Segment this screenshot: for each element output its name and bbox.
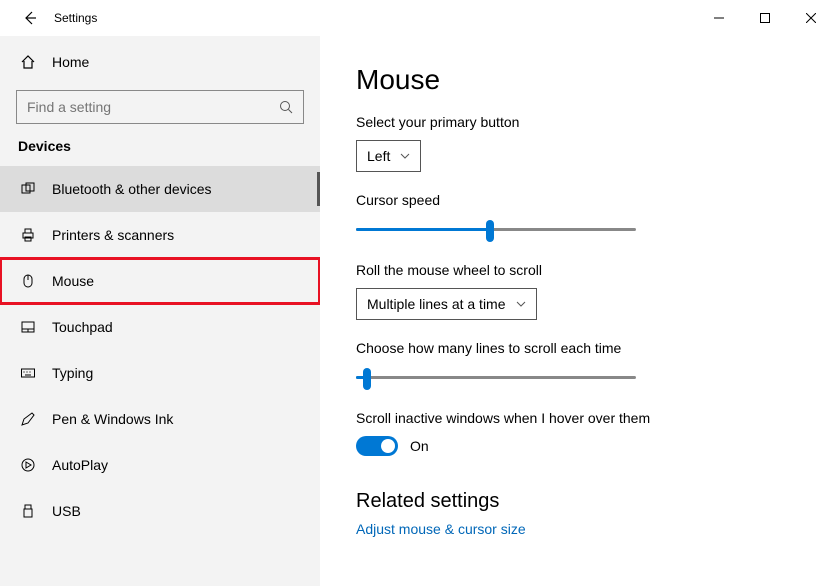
- titlebar: Settings: [0, 0, 834, 36]
- page-title: Mouse: [356, 64, 798, 96]
- pen-icon: [18, 411, 38, 427]
- cursor-speed-slider[interactable]: [356, 218, 636, 242]
- inactive-label: Scroll inactive windows when I hover ove…: [356, 410, 798, 426]
- related-heading: Related settings: [356, 490, 798, 513]
- sidebar-item-mouse[interactable]: Mouse: [0, 258, 320, 304]
- home-icon: [18, 54, 38, 70]
- sidebar-item-label: USB: [52, 503, 81, 519]
- back-button[interactable]: [16, 4, 44, 32]
- sidebar-item-label: Typing: [52, 365, 93, 381]
- sidebar-item-touchpad[interactable]: Touchpad: [0, 304, 320, 350]
- content-pane: Mouse Select your primary button Left Cu…: [320, 36, 834, 586]
- sidebar-item-label: Touchpad: [52, 319, 113, 335]
- related-link[interactable]: Adjust mouse & cursor size: [356, 521, 798, 537]
- scroll-wheel-select[interactable]: Multiple lines at a time: [356, 288, 537, 320]
- slider-thumb[interactable]: [363, 368, 371, 390]
- sidebar-item-bluetooth[interactable]: Bluetooth & other devices: [0, 166, 320, 212]
- usb-icon: [18, 503, 38, 519]
- mouse-icon: [18, 273, 38, 289]
- cursor-speed-label: Cursor speed: [356, 192, 798, 208]
- bluetooth-devices-icon: [18, 181, 38, 197]
- sidebar-item-label: Mouse: [52, 273, 94, 289]
- section-heading: Devices: [0, 138, 320, 154]
- primary-button-label: Select your primary button: [356, 114, 798, 130]
- sidebar-item-label: Bluetooth & other devices: [52, 181, 212, 197]
- search-icon: [279, 100, 293, 114]
- search-box[interactable]: [16, 90, 304, 124]
- sidebar-item-label: AutoPlay: [52, 457, 108, 473]
- minimize-button[interactable]: [696, 2, 742, 34]
- scroll-wheel-label: Roll the mouse wheel to scroll: [356, 262, 798, 278]
- active-indicator: [317, 172, 320, 206]
- close-button[interactable]: [788, 2, 834, 34]
- home-label: Home: [52, 54, 89, 70]
- lines-label: Choose how many lines to scroll each tim…: [356, 340, 798, 356]
- sidebar-item-label: Printers & scanners: [52, 227, 174, 243]
- sidebar-item-label: Pen & Windows Ink: [52, 411, 173, 427]
- window-title: Settings: [54, 11, 97, 25]
- chevron-down-icon: [400, 153, 410, 159]
- keyboard-icon: [18, 365, 38, 381]
- sidebar-item-autoplay[interactable]: AutoPlay: [0, 442, 320, 488]
- primary-button-value: Left: [367, 148, 390, 164]
- printer-icon: [18, 227, 38, 243]
- chevron-down-icon: [516, 301, 526, 307]
- inactive-toggle[interactable]: [356, 436, 398, 456]
- sidebar-item-pen[interactable]: Pen & Windows Ink: [0, 396, 320, 442]
- scroll-wheel-value: Multiple lines at a time: [367, 296, 506, 312]
- touchpad-icon: [18, 319, 38, 335]
- inactive-value: On: [410, 438, 429, 454]
- primary-button-select[interactable]: Left: [356, 140, 421, 172]
- sidebar-item-usb[interactable]: USB: [0, 488, 320, 534]
- autoplay-icon: [18, 457, 38, 473]
- search-input[interactable]: [27, 99, 279, 115]
- maximize-button[interactable]: [742, 2, 788, 34]
- slider-thumb[interactable]: [486, 220, 494, 242]
- sidebar-item-printers[interactable]: Printers & scanners: [0, 212, 320, 258]
- home-nav[interactable]: Home: [0, 42, 320, 82]
- lines-slider[interactable]: [356, 366, 636, 390]
- nav-list: Bluetooth & other devices Printers & sca…: [0, 166, 320, 586]
- sidebar: Home Devices Bluetooth & other devices P…: [0, 36, 320, 586]
- sidebar-item-typing[interactable]: Typing: [0, 350, 320, 396]
